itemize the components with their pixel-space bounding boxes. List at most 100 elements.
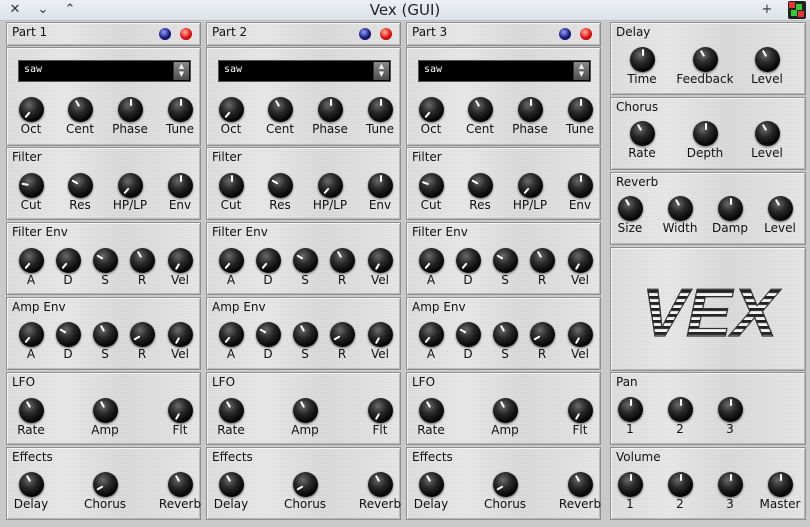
pan-0-knob[interactable]	[617, 396, 643, 422]
part1-aenv-4-knob[interactable]	[167, 321, 193, 347]
part3-osc-3-knob[interactable]	[567, 96, 593, 122]
part1-filter-0-knob[interactable]	[18, 172, 44, 198]
part1-aenv-3-knob[interactable]	[129, 321, 155, 347]
part2-filter-0-knob[interactable]	[218, 172, 244, 198]
pan-1-knob[interactable]	[667, 396, 693, 422]
part3-lfo-2-knob[interactable]	[567, 397, 593, 423]
part2-osc-3-knob[interactable]	[367, 96, 393, 122]
part3-aenv-2-knob[interactable]	[492, 321, 518, 347]
part3-fenv-0-knob[interactable]	[418, 247, 444, 273]
part3-aenv-1-knob[interactable]	[455, 321, 481, 347]
part3-fenv-1-knob[interactable]	[455, 247, 481, 273]
part2-aenv-2-knob[interactable]	[292, 321, 318, 347]
part2-osc-0-knob[interactable]	[218, 96, 244, 122]
part3-fx-2-knob[interactable]	[567, 471, 593, 497]
part3-fenv-2-knob[interactable]	[492, 247, 518, 273]
part2-fenv-3-knob[interactable]	[329, 247, 355, 273]
part2-fenv-0-knob[interactable]	[218, 247, 244, 273]
chorus-1-knob[interactable]	[692, 120, 718, 146]
part3-fx-0-knob[interactable]	[418, 471, 444, 497]
part1-fx-2-knob[interactable]	[167, 471, 193, 497]
reverb-0-knob[interactable]	[617, 195, 643, 221]
part1-fenv-4-knob[interactable]	[167, 247, 193, 273]
part1-lfo-0-knob[interactable]	[18, 397, 44, 423]
part2-filter-3-knob[interactable]	[367, 172, 393, 198]
part1-fx-0-knob[interactable]	[18, 471, 44, 497]
part2-waveform-select[interactable]: saw ▲ ▼	[218, 60, 391, 82]
reverb-2-knob[interactable]	[717, 195, 743, 221]
part2-mute-led[interactable]	[359, 28, 371, 40]
part3-waveform-select[interactable]: saw ▲ ▼	[418, 60, 591, 82]
part1-lfo-1-knob[interactable]	[92, 397, 118, 423]
reverb-3-knob[interactable]	[767, 195, 793, 221]
part1-osc-3-knob[interactable]	[167, 96, 193, 122]
volume-2-knob[interactable]	[717, 471, 743, 497]
part2-fx-1-knob[interactable]	[292, 471, 318, 497]
chorus-2-knob[interactable]	[754, 120, 780, 146]
part1-fenv-2-knob[interactable]	[92, 247, 118, 273]
part2-fenv-2-knob[interactable]	[292, 247, 318, 273]
part2-lfo-1-knob[interactable]	[292, 397, 318, 423]
volume-1-knob[interactable]	[667, 471, 693, 497]
volume-0-knob[interactable]	[617, 471, 643, 497]
part2-lfo-2-knob[interactable]	[367, 397, 393, 423]
part1-osc-2-knob[interactable]	[117, 96, 143, 122]
part1-waveform-select[interactable]: saw ▲ ▼	[18, 60, 191, 82]
part3-mute-led[interactable]	[559, 28, 571, 40]
part2-aenv-3-knob[interactable]	[329, 321, 355, 347]
part3-power-led[interactable]	[580, 28, 592, 40]
pin-button[interactable]: +	[758, 2, 776, 18]
part3-osc-0-knob[interactable]	[418, 96, 444, 122]
part2-osc-1-knob[interactable]	[267, 96, 293, 122]
part1-aenv-1-knob[interactable]	[55, 321, 81, 347]
part2-aenv-4-knob[interactable]	[367, 321, 393, 347]
part2-lfo-0-knob[interactable]	[218, 397, 244, 423]
pan-2-knob[interactable]	[717, 396, 743, 422]
part3-filter-1-knob[interactable]	[467, 172, 493, 198]
part3-osc-1-knob[interactable]	[467, 96, 493, 122]
part3-lfo-1-knob[interactable]	[492, 397, 518, 423]
part1-filter-1-knob[interactable]	[67, 172, 93, 198]
part1-osc-1-knob[interactable]	[67, 96, 93, 122]
part1-aenv-2-knob[interactable]	[92, 321, 118, 347]
part3-filter-3-knob[interactable]	[567, 172, 593, 198]
part2-aenv-1-knob[interactable]	[255, 321, 281, 347]
delay-1-knob[interactable]	[692, 46, 718, 72]
part1-mute-led[interactable]	[159, 28, 171, 40]
part2-aenv-0-knob[interactable]	[218, 321, 244, 347]
volume-3-knob[interactable]	[767, 471, 793, 497]
part3-fx-1-knob[interactable]	[492, 471, 518, 497]
part1-aenv-0-knob[interactable]	[18, 321, 44, 347]
part1-power-led[interactable]	[180, 28, 192, 40]
part3-fenv-3-knob[interactable]	[529, 247, 555, 273]
part1-fenv-1-knob[interactable]	[55, 247, 81, 273]
delay-0-knob[interactable]	[629, 46, 655, 72]
delay-2-knob[interactable]	[754, 46, 780, 72]
part3-aenv-4-knob[interactable]	[567, 321, 593, 347]
part3-aenv-0-knob[interactable]	[418, 321, 444, 347]
chorus-0-knob[interactable]	[629, 120, 655, 146]
part2-filter-2-knob[interactable]	[317, 172, 343, 198]
part3-aenv-3-knob[interactable]	[529, 321, 555, 347]
part2-power-led[interactable]	[380, 28, 392, 40]
part2-fx-0-knob[interactable]	[218, 471, 244, 497]
part3-osc-2-knob[interactable]	[517, 96, 543, 122]
part1-fx-1-knob[interactable]	[92, 471, 118, 497]
part2-fenv-4-knob[interactable]	[367, 247, 393, 273]
part1-osc-0-knob[interactable]	[18, 96, 44, 122]
part1-filter-2-knob[interactable]	[117, 172, 143, 198]
part1-lfo-2-knob[interactable]	[167, 397, 193, 423]
reverb-1-knob[interactable]	[667, 195, 693, 221]
part2-osc-2-knob[interactable]	[317, 96, 343, 122]
part1-lfo-1-label: Amp	[91, 423, 119, 437]
part1-fenv-0-knob[interactable]	[18, 247, 44, 273]
part3-fenv-4-knob[interactable]	[567, 247, 593, 273]
part3-filter-0-knob[interactable]	[418, 172, 444, 198]
part2-filter-1-knob[interactable]	[267, 172, 293, 198]
part1-fenv-3-knob[interactable]	[129, 247, 155, 273]
part1-filter-3-knob[interactable]	[167, 172, 193, 198]
part3-lfo-0-knob[interactable]	[418, 397, 444, 423]
part2-fenv-1-knob[interactable]	[255, 247, 281, 273]
part2-fx-2-knob[interactable]	[367, 471, 393, 497]
part3-filter-2-knob[interactable]	[517, 172, 543, 198]
